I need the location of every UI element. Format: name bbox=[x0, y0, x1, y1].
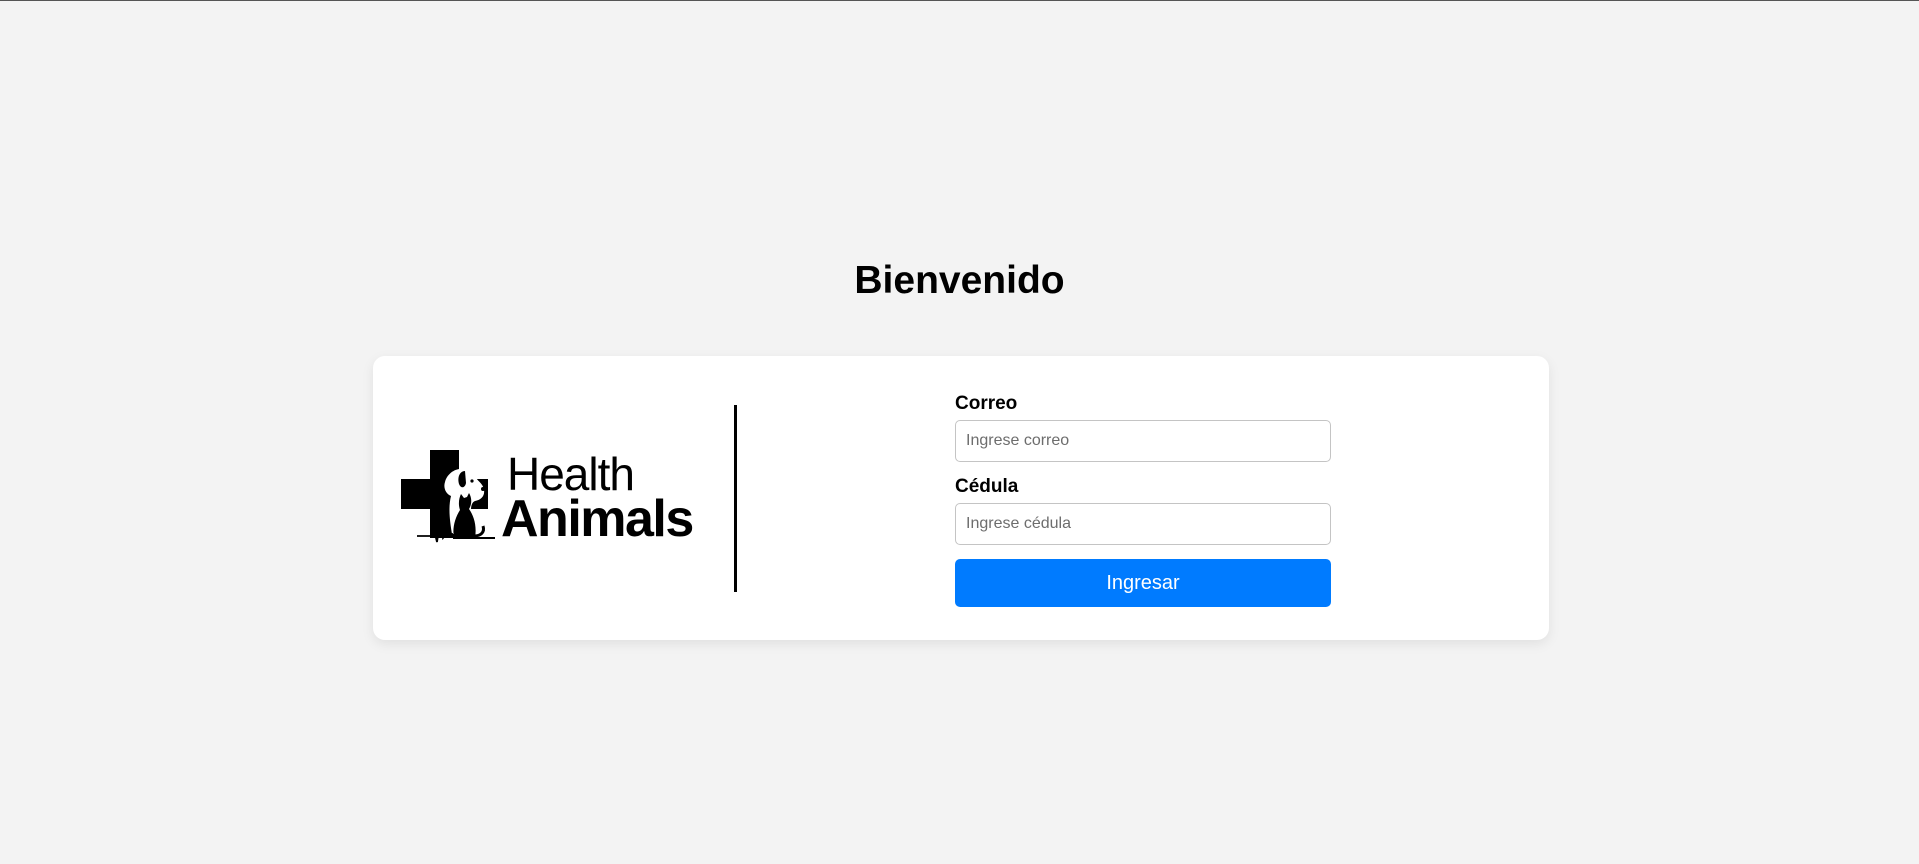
logo-word-animals: Animals bbox=[501, 490, 694, 548]
login-card: Health Animals Correo Cédula Ingresar bbox=[373, 356, 1549, 640]
id-label: Cédula bbox=[955, 476, 1019, 497]
id-number-input[interactable] bbox=[955, 503, 1331, 545]
email-input[interactable] bbox=[955, 420, 1331, 462]
email-label: Correo bbox=[955, 393, 1018, 414]
vertical-divider bbox=[734, 405, 737, 592]
login-button[interactable]: Ingresar bbox=[955, 559, 1331, 607]
login-form: Correo Cédula Ingresar bbox=[955, 393, 1331, 607]
page-title: Bienvenido bbox=[854, 259, 1065, 302]
health-animals-logo: Health Animals bbox=[397, 448, 717, 548]
